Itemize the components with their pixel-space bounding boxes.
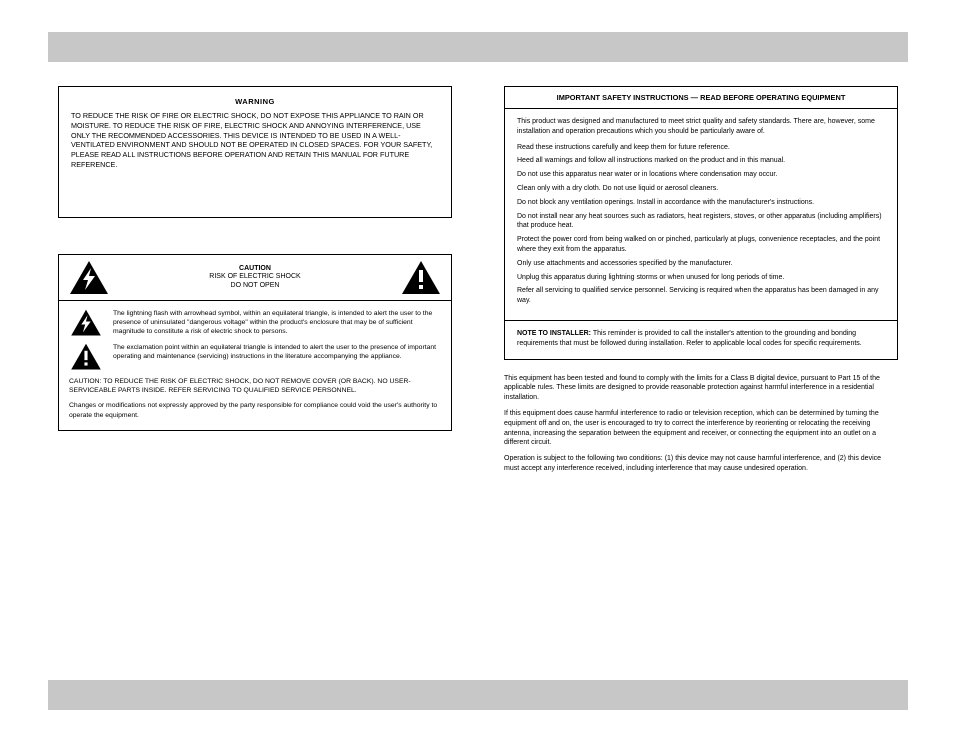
- caution-head-line3: DO NOT OPEN: [209, 282, 300, 290]
- caution-plain-1: CAUTION: TO REDUCE THE RISK OF ELECTRIC …: [69, 377, 441, 395]
- list-item: Only use attachments and accessories spe…: [517, 259, 885, 269]
- safety-instructions-list: Read these instructions carefully and ke…: [517, 143, 885, 306]
- footer-bar: [48, 680, 908, 710]
- lightning-bolt-icon: [69, 260, 109, 296]
- warning-text: TO REDUCE THE RISK OF FIRE OR ELECTRIC S…: [71, 111, 439, 169]
- list-item: Read these instructions carefully and ke…: [517, 143, 885, 153]
- caution-panel: CAUTION RISK OF ELECTRIC SHOCK DO NOT OP…: [58, 254, 452, 431]
- list-item: Protect the power cord from being walked…: [517, 235, 885, 255]
- page-body: WARNING TO REDUCE THE RISK OF FIRE OR EL…: [58, 86, 898, 666]
- caution-panel-body: The lightning flash with arrowhead symbo…: [59, 301, 451, 430]
- compliance-note: This equipment has been tested and found…: [504, 374, 898, 474]
- installer-note: NOTE TO INSTALLER: This reminder is prov…: [505, 321, 897, 359]
- safety-instructions-body: This product was designed and manufactur…: [505, 109, 897, 321]
- safety-instructions-intro: This product was designed and manufactur…: [517, 117, 885, 137]
- caution-excl-text: The exclamation point within an equilate…: [113, 343, 441, 371]
- caution-head-text: CAUTION RISK OF ELECTRIC SHOCK DO NOT OP…: [209, 265, 300, 290]
- right-column: IMPORTANT SAFETY INSTRUCTIONS — READ BEF…: [504, 86, 898, 666]
- safety-instructions-box: IMPORTANT SAFETY INSTRUCTIONS — READ BEF…: [504, 86, 898, 360]
- list-item: Do not install near any heat sources suc…: [517, 212, 885, 232]
- left-column: WARNING TO REDUCE THE RISK OF FIRE OR EL…: [58, 86, 452, 666]
- installer-note-label: NOTE TO INSTALLER:: [517, 330, 591, 337]
- caution-head-line1: CAUTION: [209, 265, 300, 273]
- caution-head-line2: RISK OF ELECTRIC SHOCK: [209, 273, 300, 281]
- safety-instructions-title: IMPORTANT SAFETY INSTRUCTIONS — READ BEF…: [505, 87, 897, 109]
- compliance-p3: Operation is subject to the following tw…: [504, 454, 898, 474]
- exclamation-icon: [401, 260, 441, 296]
- caution-bolt-text: The lightning flash with arrowhead symbo…: [113, 309, 441, 337]
- warning-title: WARNING: [71, 97, 439, 107]
- list-item: Do not block any ventilation openings. I…: [517, 198, 885, 208]
- list-item: Refer all servicing to qualified service…: [517, 286, 885, 306]
- header-bar: [48, 32, 908, 62]
- list-item: Clean only with a dry cloth. Do not use …: [517, 184, 885, 194]
- compliance-p1: This equipment has been tested and found…: [504, 374, 898, 403]
- caution-panel-head: CAUTION RISK OF ELECTRIC SHOCK DO NOT OP…: [59, 255, 451, 301]
- exclamation-icon: [69, 343, 103, 371]
- warning-box: WARNING TO REDUCE THE RISK OF FIRE OR EL…: [58, 86, 452, 218]
- lightning-bolt-icon: [69, 309, 103, 337]
- list-item: Do not use this apparatus near water or …: [517, 170, 885, 180]
- compliance-p2: If this equipment does cause harmful int…: [504, 409, 898, 448]
- list-item: Unplug this apparatus during lightning s…: [517, 273, 885, 283]
- list-item: Heed all warnings and follow all instruc…: [517, 156, 885, 166]
- caution-plain-2: Changes or modifications not expressly a…: [69, 401, 441, 419]
